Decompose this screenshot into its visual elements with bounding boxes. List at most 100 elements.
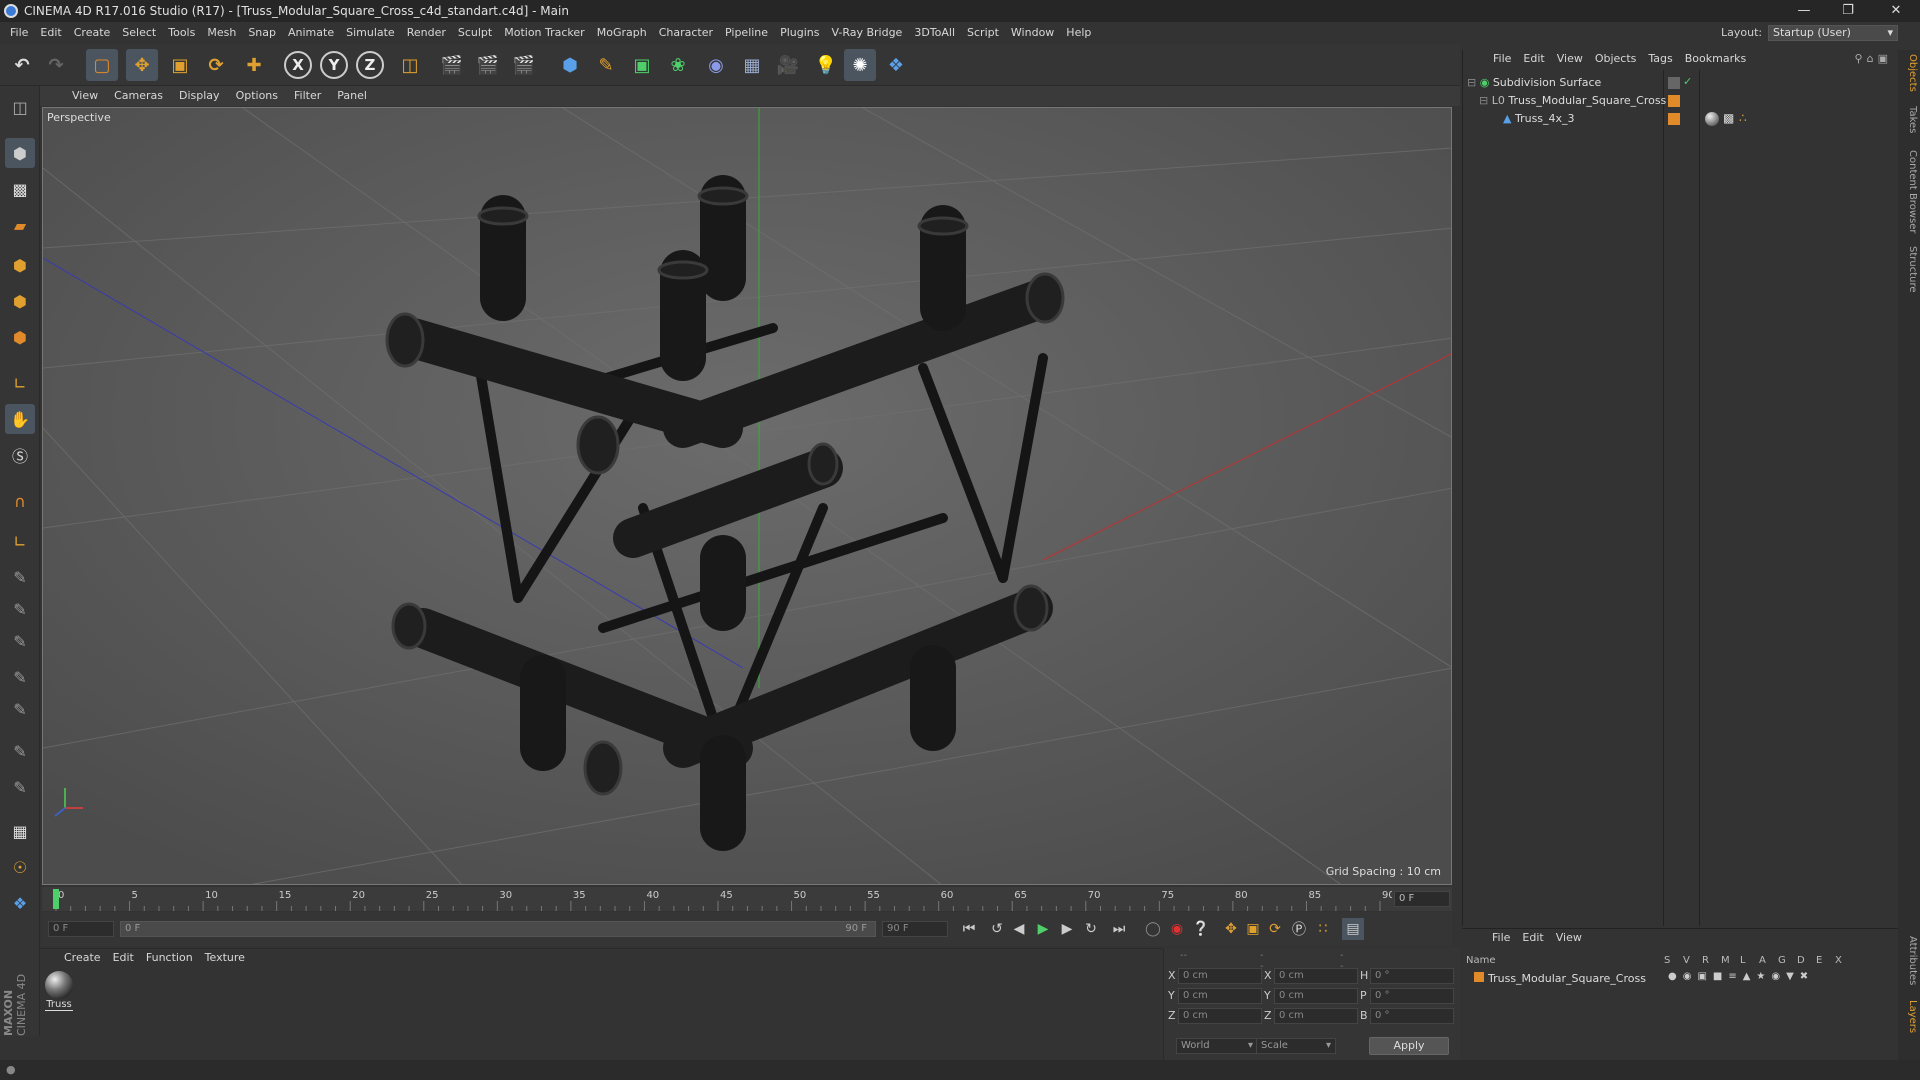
coord-position-x-field[interactable]: 0 cm	[1178, 968, 1262, 984]
tab-structure[interactable]: Structure	[1900, 246, 1918, 293]
coord-rotation-b-field[interactable]: 0 °	[1370, 1008, 1454, 1024]
python-button[interactable]: ❖	[880, 49, 912, 81]
tab-content-browser[interactable]: Content Browser	[1900, 150, 1918, 233]
viewport-menu-filter[interactable]: Filter	[286, 86, 329, 106]
tweak-mode-button[interactable]: ✋	[5, 404, 35, 434]
coord-rotation-h-field[interactable]: 0 °	[1370, 968, 1454, 984]
workplane-mode-button[interactable]: ▰	[5, 210, 35, 240]
coord-position-y-field[interactable]: 0 cm	[1178, 988, 1262, 1004]
material-menu-function[interactable]: Function	[140, 949, 199, 967]
object-menu-view[interactable]: View	[1551, 50, 1589, 68]
key-rotation-button[interactable]: ⟳	[1264, 918, 1286, 940]
viewport-menu-options[interactable]: Options	[228, 86, 286, 106]
last-tool-button[interactable]: ✚	[238, 49, 270, 81]
layer-column-s[interactable]: S	[1664, 955, 1670, 966]
home-icon[interactable]: ⌂	[1867, 52, 1878, 65]
close-button[interactable]: ✕	[1876, 0, 1916, 22]
menu-tools[interactable]: Tools	[162, 22, 201, 44]
material-menu-edit[interactable]: Edit	[107, 949, 140, 967]
points-mode-button[interactable]: ⬢	[5, 250, 35, 280]
scale-tool-button[interactable]: ▣	[164, 49, 196, 81]
layer-menu-view[interactable]: View	[1550, 929, 1588, 947]
start-frame-field[interactable]: 0 F	[48, 921, 114, 937]
key-pla-button[interactable]: ∷	[1312, 918, 1334, 940]
live-selection-button[interactable]: ▢	[86, 49, 118, 81]
make-editable-button[interactable]: ◫	[5, 92, 35, 122]
timeline-ruler[interactable]: 0 5 10 15 20 25 30 35 40 45 50 55 60 65 70 75 80 85 90 0 F	[42, 887, 1452, 911]
add-spline-button[interactable]: ✎	[590, 49, 622, 81]
layout-select[interactable]: Startup (User) ▾	[1768, 25, 1898, 41]
object-menu-tags[interactable]: Tags	[1642, 50, 1678, 68]
edges-mode-button[interactable]: ⬢	[5, 286, 35, 316]
key-scale-button[interactable]: ▣	[1242, 918, 1264, 940]
menu-help[interactable]: Help	[1060, 22, 1097, 44]
tab-objects[interactable]: Objects	[1900, 54, 1918, 92]
layer-column-v[interactable]: V	[1683, 955, 1690, 966]
y-axis-lock-button[interactable]: Y	[320, 51, 348, 79]
go-to-start-button[interactable]: ⏮	[958, 918, 980, 940]
coordinate-system-button[interactable]: ◫	[394, 49, 426, 81]
texture-tag-icon[interactable]: ▩	[1723, 111, 1734, 125]
object-menu-edit[interactable]: Edit	[1517, 50, 1550, 68]
menu-select[interactable]: Select	[116, 22, 162, 44]
layer-column-g[interactable]: G	[1778, 955, 1786, 966]
menu-window[interactable]: Window	[1005, 22, 1060, 44]
coordinate-system-select[interactable]: World ▾	[1176, 1038, 1258, 1054]
menu-mograph[interactable]: MoGraph	[591, 22, 653, 44]
add-deformer-button[interactable]: ◉	[700, 49, 732, 81]
move-tool-button[interactable]: ✥	[126, 49, 158, 81]
layer-column-e[interactable]: E	[1816, 955, 1822, 966]
layer-swatch[interactable]	[1668, 113, 1680, 125]
undo-button[interactable]: ↶	[6, 49, 38, 81]
workplane-axis-button[interactable]: ∟	[5, 526, 35, 556]
z-axis-lock-button[interactable]: Z	[356, 51, 384, 79]
sculpt-brush-5-button[interactable]: ✎	[5, 694, 35, 724]
layer-column-x[interactable]: X	[1835, 955, 1842, 966]
previous-key-button[interactable]: ↺	[986, 918, 1008, 940]
object-menu-file[interactable]: File	[1487, 50, 1517, 68]
maximize-button[interactable]: ❐	[1828, 0, 1868, 22]
enabled-check-icon[interactable]: ✓	[1683, 75, 1692, 88]
layer-menu-file[interactable]: File	[1486, 929, 1516, 947]
key-parameter-button[interactable]: Ⓟ	[1288, 918, 1310, 940]
timeline-layout-button[interactable]: ▤	[1342, 918, 1364, 940]
menu-render[interactable]: Render	[401, 22, 452, 44]
layer-row[interactable]: Truss_Modular_Square_Cross	[1474, 971, 1646, 987]
render-settings-button[interactable]: 🎬	[508, 49, 540, 81]
size-mode-select[interactable]: Scale ▾	[1256, 1038, 1336, 1054]
rotate-tool-button[interactable]: ⟳	[200, 49, 232, 81]
menu-sculpt[interactable]: Sculpt	[452, 22, 498, 44]
viewport-menu-panel[interactable]: Panel	[329, 86, 375, 106]
sculpt-brush-1-button[interactable]: ✎	[5, 562, 35, 592]
add-floor-button[interactable]: ▦	[736, 49, 768, 81]
tag-dots-icon[interactable]: ∴	[1739, 111, 1747, 125]
add-mograph-button[interactable]: ❀	[662, 49, 694, 81]
menu-plugins[interactable]: Plugins	[774, 22, 825, 44]
menu-create[interactable]: Create	[68, 22, 117, 44]
add-camera-button[interactable]: 🎥	[772, 49, 804, 81]
layer-column-m[interactable]: M	[1721, 955, 1730, 966]
play-button[interactable]: ▶	[1032, 918, 1054, 940]
viewport-menu-cameras[interactable]: Cameras	[106, 86, 171, 106]
menu-motion-tracker[interactable]: Motion Tracker	[498, 22, 590, 44]
menu-character[interactable]: Character	[653, 22, 719, 44]
menu-pipeline[interactable]: Pipeline	[719, 22, 774, 44]
end-frame-field[interactable]: 90 F	[882, 921, 948, 937]
texture-mode-button[interactable]: ▩	[5, 174, 35, 204]
grid-lock-button[interactable]: ▦	[5, 816, 35, 846]
menu-script[interactable]: Script	[961, 22, 1005, 44]
menu-mesh[interactable]: Mesh	[201, 22, 242, 44]
axis-mode-button[interactable]: ∟	[5, 368, 35, 398]
sculpt-brush-6-button[interactable]: ✎	[5, 736, 35, 766]
autokey-button[interactable]: ◉	[1166, 918, 1188, 940]
magnet-button[interactable]: ∩	[5, 486, 35, 516]
keyframe-selection-button[interactable]: ❔	[1190, 918, 1212, 940]
sculpt-brush-2-button[interactable]: ✎	[5, 594, 35, 624]
new-view-icon[interactable]: ▣	[1878, 52, 1892, 65]
model-mode-button[interactable]: ⬢	[5, 138, 35, 168]
coord-position-z-field[interactable]: 0 cm	[1178, 1008, 1262, 1024]
menu-snap[interactable]: Snap	[242, 22, 282, 44]
layer-flags[interactable]: ●◉▣■≡▲★◉▼✖	[1668, 971, 1814, 982]
add-cube-button[interactable]: ⬢	[554, 49, 586, 81]
x-axis-lock-button[interactable]: X	[284, 51, 312, 79]
